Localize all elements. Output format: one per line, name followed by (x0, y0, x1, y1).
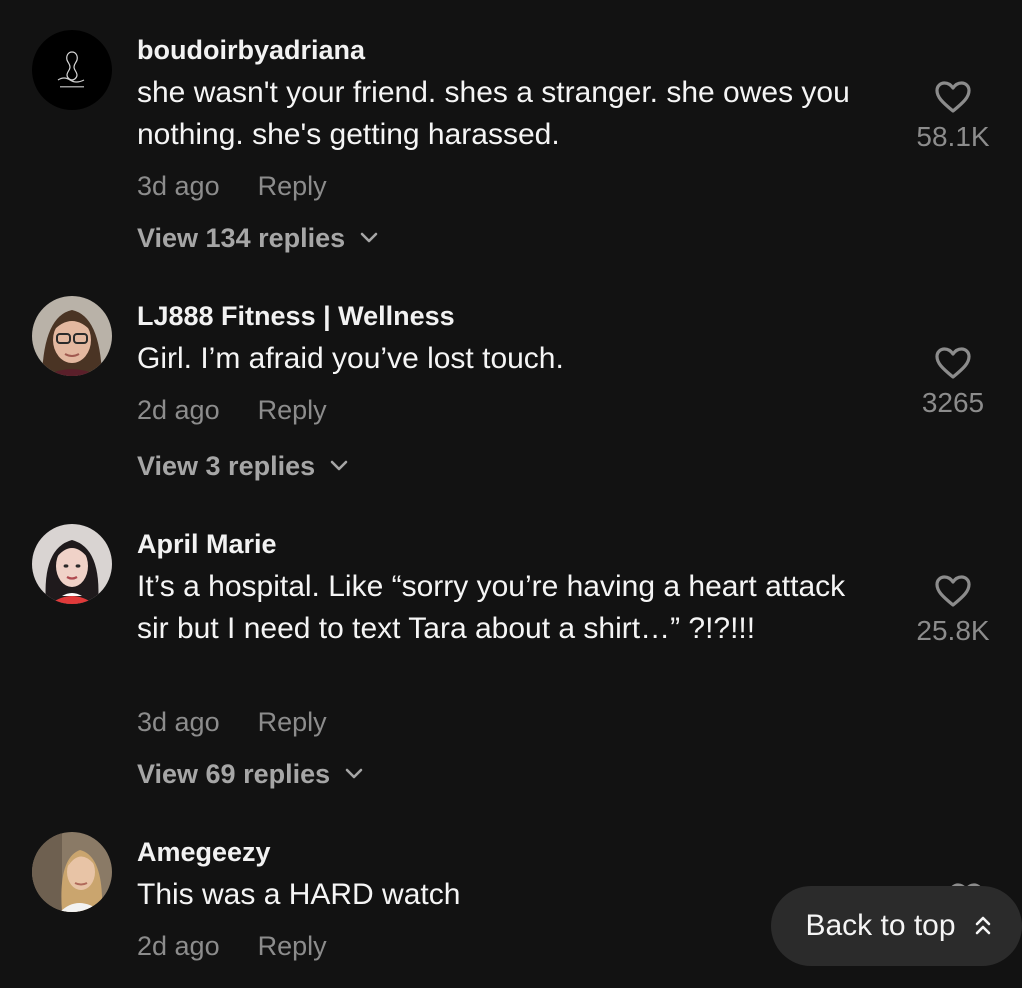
comment-username[interactable]: LJ888 Fitness | Wellness (137, 300, 455, 332)
back-to-top-button[interactable]: Back to top (771, 886, 1022, 966)
view-replies-label: View 3 replies (137, 451, 316, 481)
chevron-down-icon (345, 768, 363, 779)
comment-timestamp: 3d ago (137, 171, 220, 201)
view-replies-button[interactable]: View 3 replies (137, 450, 349, 482)
like-button[interactable]: 58.1K (898, 80, 1008, 154)
reply-button[interactable]: Reply (258, 395, 327, 425)
comment-meta: 2d ago Reply (137, 394, 327, 426)
comment-timestamp: 2d ago (137, 395, 220, 425)
comment-meta: 2d ago Reply (137, 930, 327, 962)
like-count: 3265 (921, 387, 985, 418)
back-to-top-label: Back to top (805, 909, 956, 942)
avatar[interactable] (32, 296, 112, 376)
comment-username[interactable]: Amegeezy (137, 836, 271, 868)
avatar[interactable] (32, 30, 112, 110)
chevron-down-icon (330, 460, 348, 471)
heart-icon (935, 575, 971, 607)
view-replies-label: View 134 replies (137, 223, 346, 253)
chevron-down-icon (360, 232, 378, 243)
view-replies-button[interactable]: View 69 replies (137, 758, 364, 790)
heart-icon (935, 347, 971, 379)
comment-text: This was a HARD watch (137, 878, 461, 911)
reply-button[interactable]: Reply (258, 931, 327, 961)
reply-button[interactable]: Reply (258, 171, 327, 201)
comment-meta: 3d ago Reply (137, 706, 327, 738)
reply-button[interactable]: Reply (258, 707, 327, 737)
comment-username[interactable]: boudoirbyadriana (137, 34, 365, 66)
boudoir-logo-avatar (32, 30, 112, 110)
comment-timestamp: 2d ago (137, 931, 220, 961)
view-replies-label: View 69 replies (137, 759, 331, 789)
comment-username[interactable]: April Marie (137, 528, 277, 560)
heart-icon (935, 81, 971, 113)
comment-timestamp: 3d ago (137, 707, 220, 737)
like-count: 58.1K (916, 121, 990, 152)
comment-meta: 3d ago Reply (137, 170, 327, 202)
woman-blonde-avatar (32, 832, 112, 912)
comment-text: It’s a hospital. Like “sorry you’re havi… (137, 570, 846, 645)
comment-text: she wasn't your friend. shes a stranger.… (137, 76, 850, 151)
like-button[interactable]: 25.8K (898, 574, 1008, 648)
woman-glasses-avatar (32, 296, 112, 376)
like-button[interactable]: 3265 (898, 346, 1008, 420)
avatar[interactable] (32, 832, 112, 912)
like-count: 25.8K (916, 615, 990, 646)
view-replies-button[interactable]: View 134 replies (137, 222, 379, 254)
woman-dark-hair-avatar (32, 524, 112, 604)
comment-text: Girl. I’m afraid you’ve lost touch. (137, 342, 564, 375)
avatar[interactable] (32, 524, 112, 604)
double-chevron-up-icon (975, 916, 990, 935)
